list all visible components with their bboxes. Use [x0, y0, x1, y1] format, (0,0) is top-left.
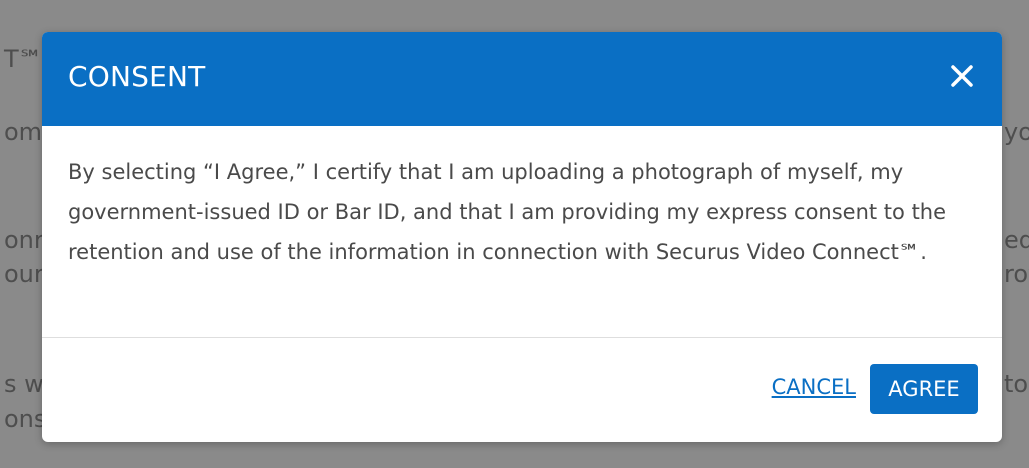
dialog-header: CONSENT — [42, 32, 1002, 126]
dialog-footer: CANCEL AGREE — [42, 338, 1002, 441]
background-text: our — [4, 260, 44, 288]
close-icon — [951, 65, 973, 87]
background-text: to — [1004, 370, 1029, 398]
dialog-title: CONSENT — [68, 60, 206, 93]
close-button[interactable] — [948, 62, 976, 90]
background-text: onr — [4, 226, 44, 254]
background-text: ed — [1004, 226, 1029, 254]
background-text: om — [4, 118, 43, 146]
cancel-button[interactable]: CANCEL — [772, 377, 856, 398]
background-text: ons — [4, 405, 47, 433]
dialog-body: By selecting “I Agree,” I certify that I… — [42, 126, 1002, 338]
consent-dialog: CONSENT By selecting “I Agree,” I certif… — [42, 32, 1002, 442]
background-text: T℠ — [4, 45, 44, 73]
agree-button[interactable]: AGREE — [870, 364, 978, 414]
background-text: s w — [4, 370, 44, 398]
consent-message: By selecting “I Agree,” I certify that I… — [68, 160, 947, 264]
background-text: you — [1004, 118, 1029, 146]
background-text: rov — [1004, 260, 1029, 288]
